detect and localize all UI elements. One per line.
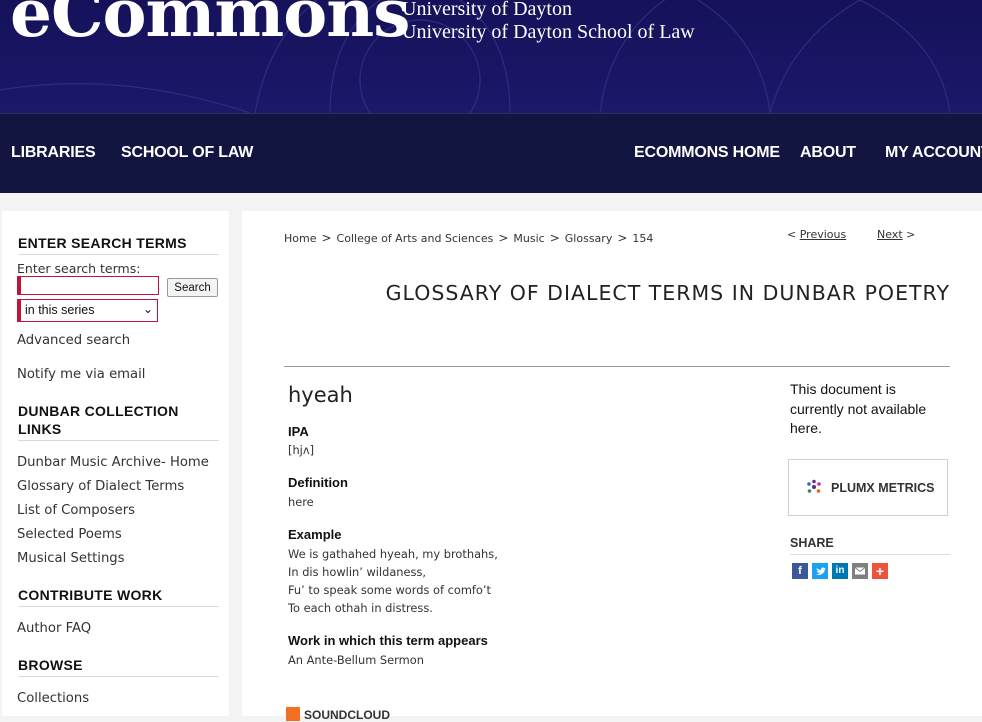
- brand-logo[interactable]: eCommons: [10, 0, 410, 52]
- breadcrumb-college[interactable]: College of Arts and Sciences: [337, 232, 494, 245]
- example-line: In dis howlin’ wildaness,: [288, 565, 427, 579]
- notify-email-link[interactable]: Notify me via email: [17, 367, 145, 382]
- plumx-label: PLUMX METRICS: [831, 481, 935, 495]
- next-label: Next: [877, 228, 903, 241]
- previous-arrow: <: [787, 228, 797, 241]
- school-of-law-link[interactable]: University of Dayton School of Law: [402, 21, 695, 44]
- breadcrumb-separator: >: [498, 231, 509, 245]
- share-heading: SHARE: [790, 536, 950, 555]
- page-title: hyeah: [288, 383, 353, 407]
- plumx-icon: [807, 479, 821, 493]
- contribute-heading: CONTRIBUTE WORK: [18, 586, 219, 607]
- soundcloud-icon: [286, 707, 300, 721]
- breadcrumb: Home > College of Arts and Sciences > Music >…: [284, 231, 653, 245]
- breadcrumb-home[interactable]: Home: [284, 232, 316, 245]
- main-content: Home > College of Arts and Sciences > Music >…: [242, 211, 982, 722]
- site-banner: eCommons University of Dayton University…: [0, 0, 982, 113]
- collections-link[interactable]: Collections: [17, 691, 89, 706]
- example-line: We is gathahed hyeah, my brothahs,: [288, 547, 498, 561]
- nav-ecommons-home[interactable]: ECOMMONS HOME: [634, 144, 780, 162]
- twitter-icon[interactable]: [812, 563, 828, 579]
- sidebar-item-selected-poems[interactable]: Selected Poems: [17, 527, 122, 542]
- browse-heading: BROWSE: [18, 656, 219, 677]
- example-line: Fu’ to speak some words of comfo’t: [288, 583, 491, 597]
- work-label: Work in which this term appears: [288, 633, 488, 648]
- example-line: To each othah in distress.: [288, 601, 433, 615]
- nav-libraries[interactable]: LIBRARIES: [11, 144, 96, 162]
- work-value: An Ante-Bellum Sermon: [288, 653, 424, 667]
- nav-my-account[interactable]: MY ACCOUNT: [885, 144, 982, 162]
- ipa-value: [hjʌ]: [288, 443, 315, 457]
- search-button[interactable]: Search: [167, 278, 218, 297]
- main-nav: LIBRARIES SCHOOL OF LAW ECOMMONS HOME AB…: [0, 113, 982, 193]
- sidebar: ENTER SEARCH TERMS Enter search terms: S…: [2, 211, 229, 716]
- advanced-search-link[interactable]: Advanced search: [17, 333, 130, 348]
- search-scope-select[interactable]: in this series ⌄: [17, 299, 158, 322]
- nav-about[interactable]: ABOUT: [800, 144, 856, 162]
- author-faq-link[interactable]: Author FAQ: [17, 621, 91, 636]
- plumx-metrics-button[interactable]: PLUMX METRICS: [788, 459, 948, 516]
- search-label: Enter search terms:: [17, 261, 141, 276]
- sidebar-item-composers[interactable]: List of Composers: [17, 503, 135, 518]
- availability-notice: This document is currently not available…: [790, 381, 927, 436]
- university-link[interactable]: University of Dayton: [402, 0, 572, 21]
- chevron-down-icon: ⌄: [142, 302, 153, 316]
- breadcrumb-glossary[interactable]: Glossary: [565, 232, 613, 245]
- collection-links-heading: DUNBAR COLLECTION LINKS: [18, 402, 219, 441]
- previous-label: Previous: [799, 228, 847, 241]
- breadcrumb-separator: >: [549, 231, 560, 245]
- next-arrow: >: [906, 228, 916, 241]
- next-link[interactable]: Next >: [877, 228, 915, 241]
- breadcrumb-music[interactable]: Music: [513, 232, 544, 245]
- soundcloud-label: SOUNDCLOUD: [304, 708, 390, 722]
- soundcloud-embed[interactable]: SOUNDCLOUD: [286, 707, 390, 722]
- definition-label: Definition: [288, 475, 348, 490]
- search-heading: ENTER SEARCH TERMS: [18, 234, 219, 255]
- series-title[interactable]: GLOSSARY OF DIALECT TERMS IN DUNBAR POET…: [242, 281, 950, 305]
- breadcrumb-separator: >: [617, 231, 628, 245]
- facebook-icon[interactable]: f: [792, 563, 808, 579]
- breadcrumb-current: 154: [632, 232, 654, 245]
- sidebar-item-glossary[interactable]: Glossary of Dialect Terms: [17, 479, 184, 494]
- previous-link[interactable]: < Previous: [787, 228, 846, 241]
- addthis-plus-icon[interactable]: +: [872, 563, 888, 579]
- breadcrumb-separator: >: [321, 231, 332, 245]
- example-label: Example: [288, 527, 342, 542]
- definition-value: here: [288, 495, 314, 509]
- email-icon[interactable]: [852, 563, 868, 579]
- nav-school-of-law[interactable]: SCHOOL OF LAW: [121, 144, 253, 162]
- sidebar-item-musical-settings[interactable]: Musical Settings: [17, 551, 125, 566]
- search-scope-value: in this series: [25, 303, 95, 317]
- search-input[interactable]: [17, 276, 159, 295]
- ipa-label: IPA: [288, 424, 309, 439]
- divider: [284, 366, 950, 367]
- linkedin-icon[interactable]: in: [832, 563, 848, 579]
- sidebar-item-dunbar-music-archive[interactable]: Dunbar Music Archive- Home: [17, 455, 209, 470]
